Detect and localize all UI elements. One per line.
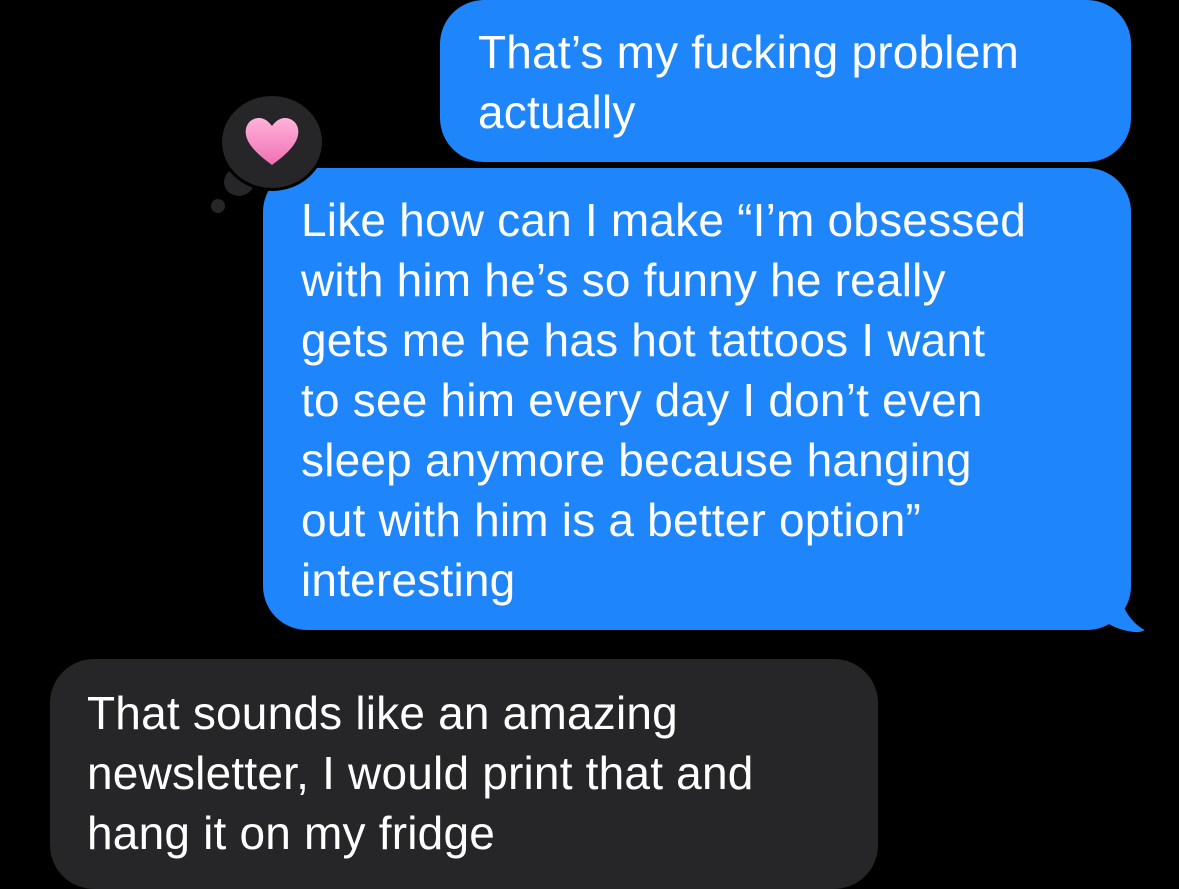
- sent-message-bubble[interactable]: Like how can I make “I’m obsessed with h…: [263, 168, 1131, 630]
- bubble-tail: [1100, 588, 1150, 634]
- message-text: Like how can I make “I’m obsessed with h…: [301, 194, 1027, 606]
- sent-message-bubble[interactable]: That’s my fucking problem actually: [440, 0, 1131, 162]
- tapback-tail-dot: [211, 199, 225, 213]
- message-text: That sounds like an amazing newsletter, …: [87, 687, 754, 859]
- message-text: That’s my fucking problem actually: [478, 26, 1020, 138]
- tapback-reaction[interactable]: [222, 96, 322, 188]
- heart-icon: [244, 117, 300, 167]
- received-message-bubble[interactable]: That sounds like an amazing newsletter, …: [50, 659, 878, 889]
